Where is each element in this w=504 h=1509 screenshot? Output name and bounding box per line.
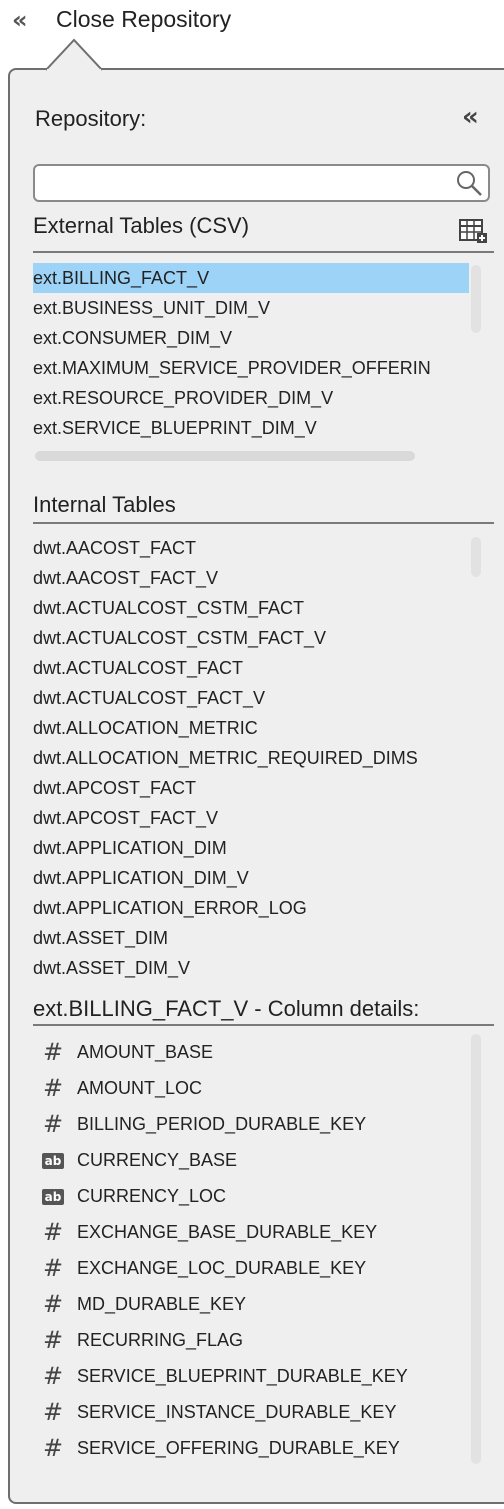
number-type-icon: # [37,1466,69,1474]
table-add-icon[interactable] [458,217,488,251]
column-name: CURRENCY_BASE [77,1150,238,1170]
column-item[interactable]: # EXCHANGE_BASE_DURABLE_KEY [33,1214,469,1250]
column-name: SERVICE_OFFERING_DURABLE_KEY [77,1438,400,1458]
column-name: SERVICE_BLUEPRINT_DURABLE_KEY [77,1366,408,1386]
column-name: EXCHANGE_BASE_DURABLE_KEY [77,1222,378,1242]
internal-table-item[interactable]: dwt.APCOST_FACT [33,773,469,803]
external-tables-header: External Tables (CSV) [33,213,494,253]
number-type-icon: # [42,1218,64,1246]
column-item[interactable]: ab CURRENCY_LOC [33,1178,469,1214]
column-details-list: # AMOUNT_BASE # AMOUNT_LOC # BILLING_PERIOD_D… [33,1034,469,1474]
column-item[interactable]: ab CURRENCY_BASE [33,1142,469,1178]
number-type-icon: # [42,1038,64,1066]
external-table-item[interactable]: ext.BILLING_FACT_V [33,263,469,293]
number-type-icon: # [42,1362,64,1390]
column-name: AMOUNT_BASE [77,1042,214,1062]
search-icon[interactable] [454,168,484,203]
column-name: EXCHANGE_LOC_DURABLE_KEY [77,1258,367,1278]
column-item[interactable]: # SERVICE_BLUEPRINT_DURABLE_KEY [33,1358,469,1394]
number-type-icon: # [42,1290,64,1318]
internal-table-item[interactable]: dwt.ACTUALCOST_CSTM_FACT [33,593,469,623]
text-type-icon: ab [37,1142,69,1178]
double-chevron-left-icon[interactable]: « [12,6,28,34]
internal-tables-header: Internal Tables [33,492,494,524]
column-item[interactable]: # MD_DURABLE_KEY [33,1286,469,1322]
external-tables-title: External Tables (CSV) [33,213,250,238]
column-name: AMOUNT_LOC [77,1078,203,1098]
column-details-header: ext.BILLING_FACT_V - Column details: [33,996,494,1026]
internal-tables-list: dwt.AACOST_FACT dwt.AACOST_FACT_V dwt.ACTU… [33,533,469,983]
internal-tables-title: Internal Tables [33,492,176,517]
number-type-icon: # [42,1326,64,1354]
column-item[interactable]: # BILLING_PERIOD_DURABLE_KEY [33,1106,469,1142]
repository-label: Repository: [35,106,147,131]
column-name: CURRENCY_LOC [77,1186,227,1206]
text-type-badge: ab [41,1189,65,1206]
column-name: RECURRING_FLAG [77,1330,244,1350]
column-name: SERVICE_INSTANCE_DURABLE_KEY [77,1402,397,1422]
close-repository-link[interactable]: Close Repository [56,6,231,33]
internal-table-item[interactable]: dwt.ASSET_DIM_V [33,953,469,983]
internal-table-item[interactable]: dwt.APPLICATION_DIM [33,833,469,863]
internal-table-item[interactable]: dwt.ACTUALCOST_FACT_V [33,683,469,713]
external-tables-hscrollbar[interactable] [35,451,415,461]
column-item[interactable]: # RECURRING_FLAG [33,1322,469,1358]
internal-table-item[interactable]: dwt.ALLOCATION_METRIC [33,713,469,743]
external-table-item[interactable]: ext.CONSUMER_DIM_V [33,323,469,353]
collapse-repository-icon[interactable]: « [462,102,479,132]
column-details-title: ext.BILLING_FACT_V - Column details: [33,996,420,1021]
text-type-badge: ab [41,1153,65,1170]
internal-table-item[interactable]: dwt.ACTUALCOST_FACT [33,653,469,683]
external-table-item[interactable]: ext.BUSINESS_UNIT_DIM_V [33,293,469,323]
number-type-icon: # [42,1110,64,1138]
column-name: BILLING_PERIOD_DURABLE_KEY [77,1114,367,1134]
internal-table-item[interactable]: dwt.ASSET_DIM [33,923,469,953]
internal-table-item[interactable]: dwt.ACTUALCOST_CSTM_FACT_V [33,623,469,653]
external-table-item[interactable]: ext.SERVICE_BLUEPRINT_DIM_V [33,413,469,443]
number-type-icon: # [42,1254,64,1282]
column-name: MD_DURABLE_KEY [77,1294,247,1314]
column-item[interactable]: # AMOUNT_LOC [33,1070,469,1106]
internal-tables-vscrollbar[interactable] [471,537,481,577]
panel-callout-notch [46,38,102,72]
text-type-icon: ab [37,1178,69,1214]
internal-table-item[interactable]: dwt.ALLOCATION_METRIC_REQUIRED_DIMS [33,743,469,773]
external-tables-list: ext.BILLING_FACT_V ext.BUSINESS_UNIT_DIM_… [33,263,469,443]
column-item[interactable]: #SUBSCRIPTION_DURABLE_KEY [33,1466,469,1474]
column-item[interactable]: # AMOUNT_BASE [33,1034,469,1070]
search-input[interactable] [41,170,441,196]
column-item[interactable]: # SERVICE_INSTANCE_DURABLE_KEY [33,1394,469,1430]
number-type-icon: # [42,1074,64,1102]
column-details-vscrollbar[interactable] [471,1034,481,1464]
internal-table-item[interactable]: dwt.AACOST_FACT_V [33,563,469,593]
external-tables-vscrollbar[interactable] [471,265,481,333]
internal-table-item[interactable]: dwt.APPLICATION_DIM_V [33,863,469,893]
search-field[interactable] [33,164,490,202]
number-type-icon: # [42,1398,64,1426]
external-table-item[interactable]: ext.MAXIMUM_SERVICE_PROVIDER_OFFERIN [33,353,469,383]
internal-table-item[interactable]: dwt.AACOST_FACT [33,533,469,563]
external-table-item[interactable]: ext.RESOURCE_PROVIDER_DIM_V [33,383,469,413]
internal-table-item[interactable]: dwt.APCOST_FACT_V [33,803,469,833]
column-item[interactable]: # EXCHANGE_LOC_DURABLE_KEY [33,1250,469,1286]
internal-table-item[interactable]: dwt.APPLICATION_ERROR_LOG [33,893,469,923]
column-item[interactable]: # SERVICE_OFFERING_DURABLE_KEY [33,1430,469,1466]
number-type-icon: # [42,1434,64,1462]
